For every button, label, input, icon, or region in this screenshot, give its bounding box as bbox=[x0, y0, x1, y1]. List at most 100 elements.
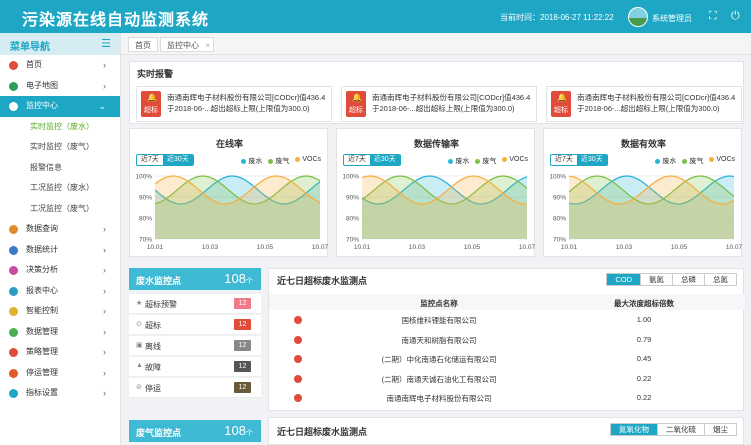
status-row[interactable]: ▲ 故障 12 bbox=[129, 357, 261, 377]
sidebar-subitem-1[interactable]: 实时监控（废气） bbox=[0, 137, 120, 158]
sidebar-item-label: 数据管理 bbox=[26, 326, 58, 336]
legend-item[interactable]: VOCs bbox=[502, 156, 528, 166]
menu-icon bbox=[9, 245, 18, 255]
range-30d-button[interactable]: 近30天 bbox=[369, 155, 400, 165]
bell-icon: 🔔 bbox=[352, 93, 362, 102]
sidebar-item-5[interactable]: 决策分析 › bbox=[0, 260, 120, 281]
legend-item[interactable]: 废水 bbox=[241, 156, 262, 166]
sidebar-item-7[interactable]: 智能控制 › bbox=[0, 301, 120, 322]
range-7d-button[interactable]: 近7天 bbox=[344, 155, 370, 165]
legend-item[interactable]: 废水 bbox=[448, 156, 469, 166]
alarm-card[interactable]: 🔔 超标 南通南辉电子材料股份有限公司[CODcr]值436.4于2018-06-.… bbox=[341, 86, 537, 122]
sidebar-item-8[interactable]: 数据管理 › bbox=[0, 322, 120, 343]
legend-item[interactable]: 废气 bbox=[682, 156, 703, 166]
table-row[interactable]: (二期）南通天诚石油化工有限公司 0.22 bbox=[269, 369, 745, 389]
menu-icon bbox=[9, 81, 18, 91]
alarm-text: 南通南辉电子材料股份有限公司[CODcr]值436.4于2018-06-...超… bbox=[167, 93, 326, 113]
alert-dot-icon bbox=[294, 316, 302, 324]
menu-icon bbox=[9, 348, 18, 357]
sidebar-subitem-3[interactable]: 工况监控（废水） bbox=[0, 178, 120, 199]
area-chart: 100% 90% 80% 70%10.01 10.03 10.05 10.07 bbox=[135, 174, 328, 252]
y-tick-label: 70% bbox=[346, 237, 359, 244]
sidebar-item-2[interactable]: 监控中心 ⌄ bbox=[0, 96, 120, 117]
y-tick-label: 90% bbox=[553, 195, 566, 202]
sidebar-item-9[interactable]: 策略管理 › bbox=[0, 342, 120, 363]
table-title: 近七日超标废水监测点 bbox=[277, 276, 368, 286]
chevron-right-icon: › bbox=[103, 388, 106, 398]
pollutant-tab[interactable]: 总氮 bbox=[704, 274, 736, 285]
status-row[interactable]: ⊘ 停运 12 bbox=[129, 378, 261, 398]
sidebar-item-label: 报表中心 bbox=[26, 285, 58, 295]
table-header: 监控点名称 最大浓度超标倍数 bbox=[269, 294, 745, 310]
alarm-badge: 🔔 超标 bbox=[346, 91, 366, 117]
sidebar: 菜单导航 ☰ 首页 › 电子地图 › 监控中心 ⌄ 实时监控（废水） 实时监控（废气） 报警信息… bbox=[0, 33, 121, 445]
range-30d-button[interactable]: 近30天 bbox=[576, 155, 607, 165]
table-row[interactable]: 南通南辉电子材料股份有限公司 0.22 bbox=[269, 388, 745, 408]
status-badge: 12 bbox=[234, 340, 251, 351]
sidebar-item-3[interactable]: 数据查询 › bbox=[0, 219, 120, 240]
status-row[interactable]: ▣ 离线 12 bbox=[129, 336, 261, 356]
avatar[interactable] bbox=[628, 7, 648, 27]
table-row[interactable]: 国核维科锂能有限公司 1.00 bbox=[269, 310, 745, 330]
sidebar-item-10[interactable]: 停运管理 › bbox=[0, 363, 120, 384]
range-7d-button[interactable]: 近7天 bbox=[137, 155, 163, 165]
logout-icon[interactable]: ⏻ bbox=[731, 10, 740, 23]
app-header: 污染源在线自动监测系统 当前时间：2018-06-27 11:22:22 系统管… bbox=[0, 0, 751, 33]
pollutant-tab[interactable]: 氨氮 bbox=[640, 274, 672, 285]
pollutant-tab[interactable]: 总磷 bbox=[672, 274, 704, 285]
pollutant-tab[interactable]: 烟尘 bbox=[704, 424, 736, 435]
tab-monitor[interactable]: 监控中心 × bbox=[160, 37, 214, 52]
status-label: 离线 bbox=[145, 342, 161, 351]
legend-item[interactable]: VOCs bbox=[295, 156, 321, 166]
status-row[interactable]: ★ 超标预警 12 bbox=[129, 294, 261, 314]
pollutant-tab[interactable]: 二氧化硫 bbox=[657, 424, 704, 435]
sidebar-subitem-4[interactable]: 工况监控（废气） bbox=[0, 199, 120, 220]
sidebar-subitem-0[interactable]: 实时监控（废水） bbox=[0, 117, 120, 138]
fullscreen-icon[interactable]: ⛶ bbox=[709, 10, 717, 23]
tab-home[interactable]: 首页 bbox=[128, 37, 158, 52]
alarm-panel: 实时报警 🔔 超标 南通南辉电子材料股份有限公司[CODcr]值436.4于2018… bbox=[129, 61, 744, 124]
menu-icon bbox=[9, 266, 18, 275]
sidebar-item-label: 智能控制 bbox=[26, 306, 58, 315]
legend-dot bbox=[475, 158, 481, 164]
sidebar-item-11[interactable]: 指标设置 › bbox=[0, 383, 120, 404]
chevron-right-icon: › bbox=[103, 265, 106, 275]
sidebar-item-4[interactable]: 数据统计 › bbox=[0, 240, 120, 261]
sidebar-item-label: 电子地图 bbox=[26, 80, 58, 90]
sidebar-item-6[interactable]: 报表中心 › bbox=[0, 281, 120, 302]
status-row[interactable]: ⊙ 超标 12 bbox=[129, 315, 261, 335]
sidebar-subitem-2[interactable]: 报警信息 bbox=[0, 158, 120, 179]
legend-item[interactable]: 废气 bbox=[268, 156, 289, 166]
range-7d-button[interactable]: 近7天 bbox=[551, 155, 577, 165]
menu-toggle-icon[interactable]: ☰ bbox=[101, 37, 111, 50]
y-tick-label: 80% bbox=[346, 216, 359, 223]
table-row[interactable]: (二期）中化南通石化储运有限公司 0.45 bbox=[269, 349, 745, 369]
current-time: 当前时间：2018-06-27 11:22:22 bbox=[500, 13, 614, 22]
alarm-card[interactable]: 🔔 超标 南通南辉电子材料股份有限公司[CODcr]值436.4于2018-06-.… bbox=[546, 86, 742, 122]
pollutant-tab[interactable]: COD bbox=[607, 274, 640, 285]
water-monitor-count[interactable]: 废水监控点 108个 bbox=[129, 268, 261, 290]
chart-legend: 废水 废气 VOCs bbox=[448, 156, 528, 166]
sidebar-item-label: 数据统计 bbox=[26, 244, 58, 254]
alert-dot-icon bbox=[294, 374, 302, 383]
gas-monitor-count[interactable]: 废气监控点 108个 bbox=[129, 420, 261, 442]
legend-item[interactable]: VOCs bbox=[709, 156, 735, 166]
menu-icon bbox=[9, 61, 18, 70]
table-row[interactable]: 南通天和树脂有限公司 0.79 bbox=[269, 330, 745, 350]
user-name[interactable]: 系统管理员 bbox=[652, 13, 692, 24]
sidebar-item-0[interactable]: 首页 › bbox=[0, 55, 120, 76]
legend-dot bbox=[502, 156, 508, 162]
legend-item[interactable]: 废气 bbox=[475, 156, 496, 166]
sidebar-item-1[interactable]: 电子地图 › bbox=[0, 76, 120, 97]
alarm-card[interactable]: 🔔 超标 南通南辉电子材料股份有限公司[CODcr]值436.4于2018-06-.… bbox=[136, 86, 332, 122]
legend-item[interactable]: 废水 bbox=[655, 156, 676, 166]
legend-dot bbox=[241, 158, 247, 164]
pollutant-tab[interactable]: 氮氧化物 bbox=[611, 424, 657, 435]
chevron-right-icon: › bbox=[103, 306, 106, 316]
y-tick-label: 70% bbox=[553, 237, 566, 244]
alarm-text: 南通南辉电子材料股份有限公司[CODcr]值436.4于2018-06-...超… bbox=[372, 93, 531, 113]
range-30d-button[interactable]: 近30天 bbox=[162, 155, 193, 165]
status-label: 故障 bbox=[145, 363, 161, 372]
close-icon[interactable]: × bbox=[205, 38, 210, 53]
sidebar-item-label: 策略管理 bbox=[26, 347, 58, 356]
